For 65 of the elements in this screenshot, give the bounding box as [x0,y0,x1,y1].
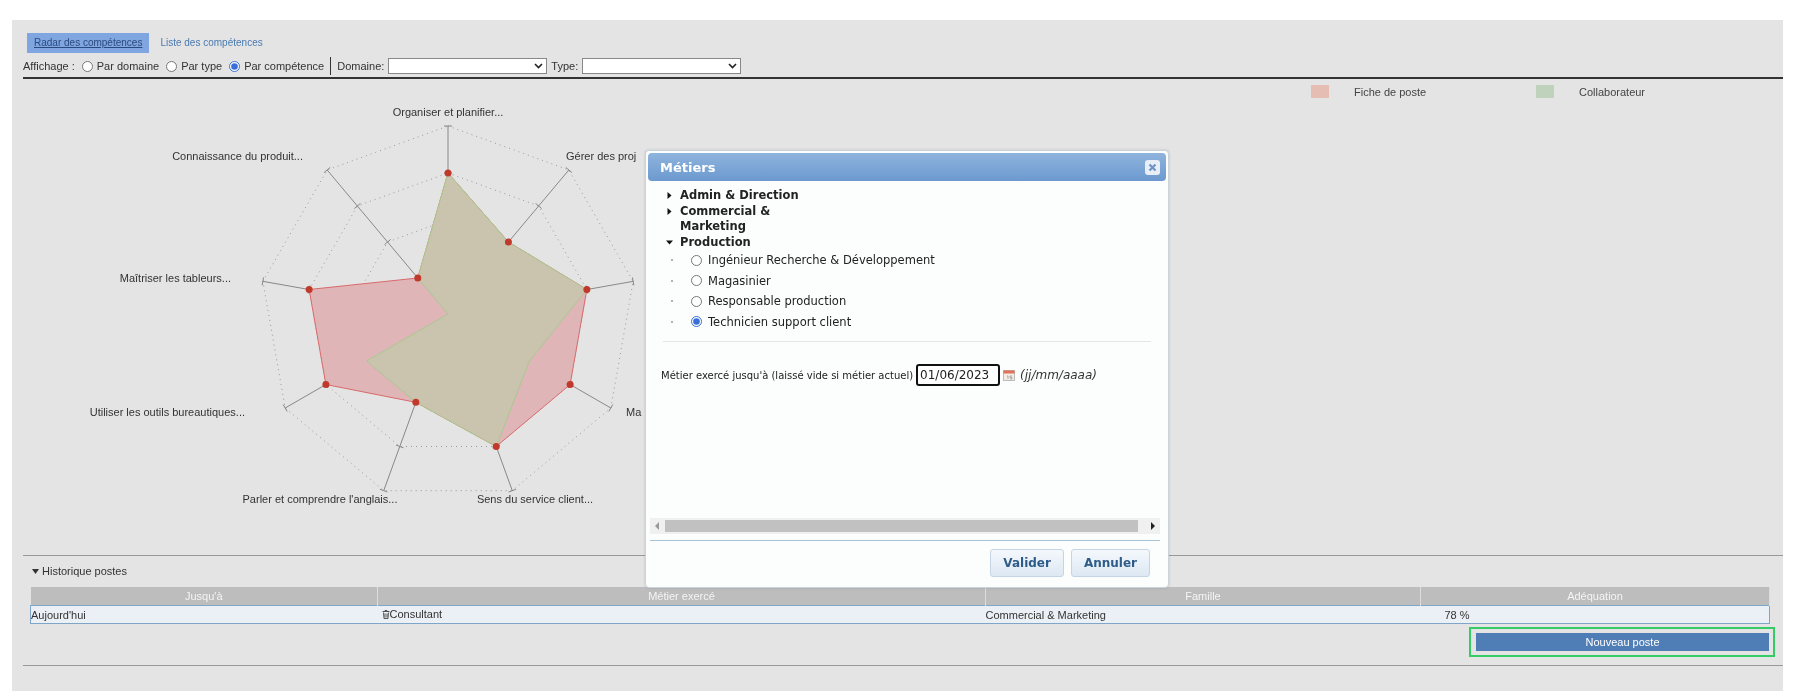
axis-label: Gérer des proj [566,150,637,162]
close-icon [1148,162,1157,172]
radio-button[interactable] [81,60,93,72]
job-option[interactable]: Responsable production [708,294,847,309]
axis-label: Parler et comprendre l'anglais... [242,493,398,505]
calendar-icon[interactable] [1003,369,1016,381]
data-point [305,286,313,293]
legend-label: Fiche de poste [1354,85,1427,98]
radio-button[interactable] [691,254,702,266]
trash-icon[interactable] [381,609,390,619]
date-format-hint: (jj/mm/aaaa) [1020,368,1097,382]
tab[interactable]: Liste des compétences [153,33,270,53]
date-field[interactable]: 01/06/2023 [916,364,1001,386]
data-point [414,274,422,282]
data-point [412,398,420,406]
domain-label: Domaine: [337,60,385,72]
dialog-title: Métiers [660,159,716,175]
tree-group[interactable]: Commercial & Marketing [666,203,820,235]
section-toggle[interactable]: Historique postes [32,563,127,579]
job-option[interactable]: Ingénieur Recherche & Développement [708,253,935,268]
caret-icon [728,63,738,69]
radio-button[interactable] [229,60,241,72]
tab[interactable]: Radar des compétences [27,33,150,53]
job-option[interactable]: Technicien support client [708,314,852,329]
new-position-button[interactable]: Nouveau poste [1476,633,1769,651]
axis-label: Sens du service client... [476,493,594,505]
data-point [566,381,574,388]
domain-select[interactable] [388,58,548,74]
dialog-button[interactable]: Valider [990,549,1064,577]
scroll-left-icon[interactable] [654,522,660,530]
date-label: Métier exercé jusqu'à (laissé vide si métier actuel) [661,369,914,381]
legend-label: Collaborateur [1579,85,1646,98]
data-point [583,286,591,293]
scroll-right-icon[interactable] [1150,522,1156,530]
type-select[interactable] [582,58,742,74]
radio-label[interactable]: Par compétence [244,60,325,72]
axis-label: Utiliser les outils bureautiques... [89,406,245,418]
radio-label[interactable]: Par type [181,60,223,72]
radio-button[interactable] [691,295,702,307]
display-label: Affichage : [23,60,75,72]
horizontal-scrollbar[interactable] [650,518,1160,534]
radio-label[interactable]: Par domaine [96,60,160,72]
dialog-button[interactable]: Annuler [1070,549,1150,577]
job-option[interactable]: Magasinier [708,273,771,288]
table-cell: Aujourd'hui [31,608,86,621]
radio-button[interactable] [166,60,178,72]
tree-group[interactable]: Production [666,234,820,250]
radio-button[interactable] [691,316,702,328]
axis-label: Maîtriser les tableurs... [119,272,231,284]
close-button[interactable] [1145,159,1160,175]
data-point [504,238,512,246]
tree-group[interactable]: Admin & Direction [666,188,820,204]
data-point [492,443,500,450]
section-title: Historique postes [42,565,127,577]
table-cell: 78 % [1444,608,1470,621]
type-label: Type: [551,60,579,72]
table-cell: Consultant [389,608,443,621]
radio-button[interactable] [691,275,702,287]
axis-label: Organiser et planifier... [392,106,504,118]
axis-label: Connaissance du produit... [172,150,303,162]
data-point [444,169,452,177]
axis-label: Ma [626,406,642,418]
table-cell: Commercial & Marketing [985,608,1106,621]
caret-icon [534,63,544,69]
data-point [322,381,330,388]
